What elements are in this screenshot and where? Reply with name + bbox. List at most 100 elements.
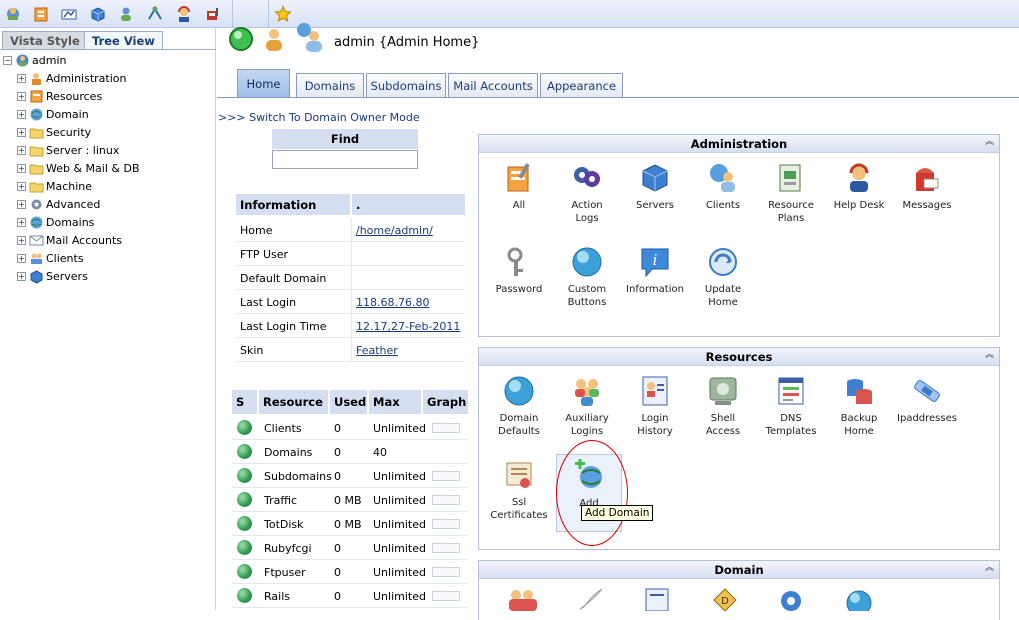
- expand-icon[interactable]: +: [17, 253, 26, 263]
- resource-max: Unlimited: [373, 422, 426, 435]
- tree-item-security[interactable]: + Security: [17, 123, 91, 141]
- collapse-chevron-icon[interactable]: ︽: [984, 564, 995, 575]
- tree-item-label: Domains: [46, 215, 95, 229]
- expand-icon[interactable]: +: [17, 145, 26, 155]
- mailbox-icon[interactable]: [202, 3, 224, 25]
- resource-name: Ftpuser: [264, 566, 306, 579]
- package-icon[interactable]: [87, 3, 109, 25]
- tree-item-label: Web & Mail & DB: [46, 161, 140, 175]
- collapse-icon[interactable]: −: [3, 55, 12, 65]
- find-input[interactable]: [272, 150, 418, 169]
- admin-item-messages[interactable]: Messages: [894, 161, 960, 212]
- folder-icon: [29, 161, 44, 176]
- last-login-link[interactable]: 118.68.76.80: [356, 296, 429, 309]
- all-tools-icon: [502, 161, 536, 195]
- skin-link[interactable]: Feather: [356, 344, 398, 357]
- res-item-shell-access[interactable]: Shell Access: [690, 374, 756, 438]
- info-key: FTP User: [240, 248, 289, 261]
- tab-mail-accounts[interactable]: Mail Accounts: [448, 73, 538, 97]
- administration-icon: [29, 71, 44, 86]
- tab-subdomains[interactable]: Subdomains: [366, 73, 446, 97]
- res-item-auxiliary-logins[interactable]: Auxiliary Logins: [554, 374, 620, 438]
- table-row: Ftpuser 0 Unlimited: [232, 560, 468, 584]
- collapse-chevron-icon[interactable]: ︽: [984, 138, 995, 149]
- tree-item-machine[interactable]: + Machine: [17, 177, 92, 195]
- expand-icon[interactable]: +: [17, 181, 26, 191]
- panel-title: Resources: [479, 348, 999, 366]
- tab-appearance[interactable]: Appearance: [540, 73, 623, 97]
- favorite-star-icon[interactable]: [272, 3, 294, 25]
- expand-icon[interactable]: +: [17, 163, 26, 173]
- user-icon[interactable]: [115, 3, 137, 25]
- tree-item-server-linux[interactable]: + Server : linux: [17, 141, 119, 159]
- collapse-chevron-icon[interactable]: ︽: [984, 351, 995, 362]
- item-label: Password: [495, 284, 543, 295]
- res-item-login-history[interactable]: Login History: [622, 374, 688, 438]
- info-header: Information: [236, 194, 350, 215]
- tree-item-mail-accounts[interactable]: + Mail Accounts: [17, 231, 122, 249]
- network-icon[interactable]: [144, 3, 166, 25]
- tree-item-domains[interactable]: + Domains: [17, 213, 94, 231]
- tab-home[interactable]: Home: [237, 69, 290, 98]
- usage-graph: [432, 591, 460, 601]
- res-item-backup-home[interactable]: Backup Home: [826, 374, 892, 438]
- admin-item-help-desk[interactable]: Help Desk: [826, 161, 892, 212]
- expand-icon[interactable]: +: [17, 199, 26, 209]
- tools-icon[interactable]: [30, 3, 52, 25]
- admin-item-servers[interactable]: Servers: [622, 161, 688, 212]
- last-login-time-link[interactable]: 12.17,27-Feb-2011: [356, 320, 460, 333]
- expand-icon[interactable]: +: [17, 109, 26, 119]
- domain-defaults-icon: [502, 374, 536, 408]
- backup-home-icon: [842, 374, 876, 408]
- tree-item-domain[interactable]: + Domain: [17, 105, 89, 123]
- res-item-dns-templates[interactable]: DNS Templates: [758, 374, 824, 438]
- expand-icon[interactable]: +: [17, 271, 26, 281]
- res-item-ssl-certificates[interactable]: Ssl Certificates: [486, 458, 552, 522]
- expand-icon[interactable]: +: [17, 91, 26, 101]
- item-label: DNS: [780, 413, 802, 424]
- tree-item-web-mail-db[interactable]: + Web & Mail & DB: [17, 159, 139, 177]
- admin-item-information[interactable]: i Information: [622, 245, 688, 296]
- resources-panel: Resources ︽ Domain Defaults Auxiliary Lo…: [478, 347, 1000, 550]
- admin-item-custom-buttons[interactable]: Custom Buttons: [554, 245, 620, 309]
- custom-buttons-icon: [570, 245, 604, 279]
- admin-item-action-logs[interactable]: Action Logs: [554, 161, 620, 225]
- item-label: History: [637, 426, 673, 437]
- tree-item-servers[interactable]: + Servers: [17, 267, 88, 285]
- tab-vista-style[interactable]: Vista Style: [2, 31, 88, 50]
- info-key: Default Domain: [240, 272, 327, 285]
- usage-graph: [432, 495, 460, 505]
- tree-item-resources[interactable]: + Resources: [17, 87, 102, 105]
- tasks-icon[interactable]: [58, 3, 80, 25]
- admin-item-password[interactable]: Password: [486, 245, 552, 296]
- item-label: Information: [626, 284, 684, 295]
- admin-item-resource-plans[interactable]: Resource Plans: [758, 161, 824, 225]
- admin-item-all[interactable]: All: [486, 161, 552, 212]
- expand-icon[interactable]: +: [17, 73, 26, 83]
- tab-tree-view[interactable]: Tree View: [84, 31, 163, 50]
- expand-icon[interactable]: +: [17, 127, 26, 137]
- tree-item-administration[interactable]: + Administration: [17, 69, 127, 87]
- info-row: Last Login 118.68.76.80: [236, 290, 465, 314]
- tree-item-advanced[interactable]: + Advanced: [17, 195, 100, 213]
- admin-item-update-home[interactable]: Update Home: [690, 245, 756, 309]
- tab-domains[interactable]: Domains: [296, 73, 364, 97]
- ssl-certificate-icon: [502, 458, 536, 492]
- home-path-link[interactable]: /home/admin/: [356, 224, 433, 237]
- password-key-icon: [502, 245, 536, 279]
- res-item-ipaddresses[interactable]: Ipaddresses: [894, 374, 960, 425]
- res-item-domain-defaults[interactable]: Domain Defaults: [486, 374, 552, 438]
- tree-item-clients[interactable]: + Clients: [17, 249, 84, 267]
- expand-icon[interactable]: +: [17, 235, 26, 245]
- tree-root-admin[interactable]: − admin: [3, 51, 66, 69]
- item-label: Access: [705, 426, 741, 437]
- home-icon[interactable]: [2, 3, 24, 25]
- expand-icon[interactable]: +: [17, 217, 26, 227]
- admin-item-clients[interactable]: Clients: [690, 161, 756, 212]
- admin-user-icon: [15, 53, 30, 68]
- switch-domain-owner-link[interactable]: >>> Switch To Domain Owner Mode: [218, 111, 420, 124]
- helpdesk-icon[interactable]: [173, 3, 195, 25]
- status-green-icon: [237, 468, 252, 483]
- item-label: Home: [844, 426, 874, 437]
- folder-icon: [29, 143, 44, 158]
